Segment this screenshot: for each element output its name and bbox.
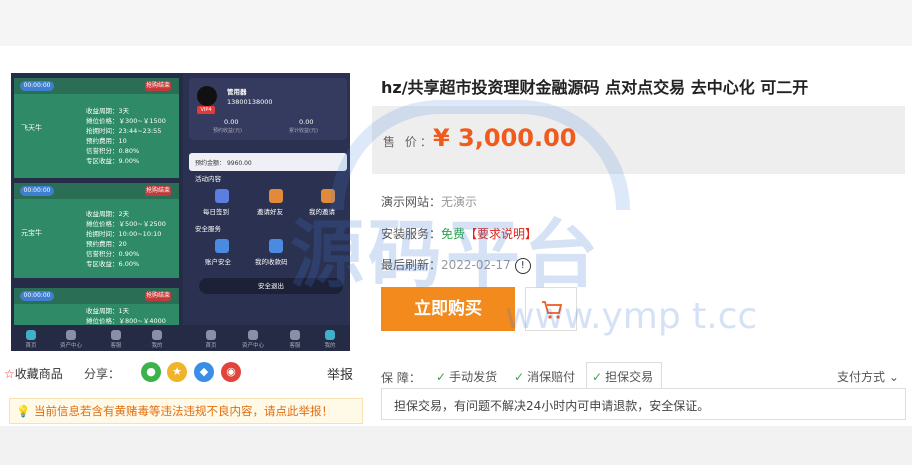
timer-pill: 00:00:00 <box>20 291 54 301</box>
goods-row: 专区收益：6.00% <box>86 260 140 268</box>
tab-item: 首页 <box>191 330 231 349</box>
tab-item: 客服 <box>96 330 136 349</box>
stat-label: 累计收益(元) <box>289 128 318 134</box>
user-header: VIP4 管用器 13800138000 0.00 预约收益(元) 0.00 累… <box>189 78 347 140</box>
status-tag: 抢购结束 <box>145 81 171 91</box>
tab-item: 资产中心 <box>51 330 91 349</box>
goods-row: 信誉积分：0.90% <box>86 250 140 258</box>
balance-value: 9960.00 <box>226 160 252 167</box>
weibo-icon[interactable]: ◉ <box>221 362 241 382</box>
status-tag: 抢购结束 <box>145 291 171 301</box>
guarantee-manual-delivery[interactable]: ✓ 手动发货 <box>436 368 497 385</box>
tab-bar: 首页 资产中心 客服 我的 首页 资产中心 客服 我的 <box>11 325 350 351</box>
watermark-text: 源码平台 <box>290 212 602 298</box>
tab-item: 资产中心 <box>233 330 273 349</box>
status-tag: 抢购结束 <box>145 186 171 196</box>
stat-label: 预约收益(元) <box>213 128 242 134</box>
check-icon: ✓ <box>436 370 447 384</box>
goods-row: 抢拥时间：10:00~10:10 <box>86 230 162 238</box>
report-link[interactable]: 举报 <box>327 364 353 383</box>
goods-card: 00:00:00 抢购结束 飞天牛 收益周期：3天 摊位价格：￥300~￥1500… <box>14 78 179 178</box>
favorite-button[interactable]: ☆收藏商品 <box>4 365 63 382</box>
user-phone: 13800138000 <box>227 98 273 106</box>
safety-item: 账户安全 <box>205 258 231 266</box>
goods-row: 抢拥时间：23:44~23:55 <box>86 127 162 135</box>
goods-row: 摊位价格：￥500~￥2500 <box>86 220 166 228</box>
timer-pill: 00:00:00 <box>20 81 54 91</box>
product-title: hz/共享超市投资理财金融源码 点对点交易 去中心化 可二开 <box>381 78 809 97</box>
activity-item: 每日签到 <box>203 208 229 216</box>
payment-method-dropdown[interactable]: 支付方式 ⌄ <box>837 368 899 385</box>
tab-item: 首页 <box>11 330 51 349</box>
user-name: 管用器 <box>227 88 247 96</box>
goods-row: 预约费用：20 <box>86 240 127 248</box>
stat-value: 0.00 <box>224 118 239 126</box>
safety-item: 我的收款码 <box>255 258 288 266</box>
share-label: 分享： <box>84 367 121 381</box>
watermark-url: www.ymp t.cc <box>505 296 758 337</box>
tab-item: 我的 <box>310 330 350 349</box>
invite-icon <box>269 189 283 203</box>
activity-item: 邀请好友 <box>257 208 283 216</box>
bottom-band <box>0 426 912 465</box>
guarantee-compensation[interactable]: ✓ 消保赔付 <box>514 368 575 385</box>
balance-label: 预约金额： <box>195 160 226 167</box>
image-left-panel: 00:00:00 抢购结束 飞天牛 收益周期：3天 摊位价格：￥300~￥1500… <box>11 73 183 351</box>
avatar <box>197 86 217 106</box>
goods-row: 摊位价格：￥300~￥1500 <box>86 117 166 125</box>
report-notice[interactable]: 💡 当前信息若含有黄赌毒等违法违规不良内容，请点此举报！ <box>9 398 363 424</box>
check-icon: ✓ <box>514 370 525 384</box>
star-icon: ☆ <box>4 367 15 381</box>
check-icon: ✓ <box>592 370 603 384</box>
card-icon <box>269 239 283 253</box>
goods-row: 收益周期：1天 <box>86 307 130 315</box>
goods-row: 信誉积分：0.80% <box>86 147 140 155</box>
goods-row: 收益周期：3天 <box>86 107 130 115</box>
favorite-label: 收藏商品 <box>14 367 63 381</box>
stat-value: 0.00 <box>299 118 314 126</box>
goods-row: 收益周期：2天 <box>86 210 130 218</box>
chevron-down-icon: ⌄ <box>888 370 899 384</box>
tab-item: 客服 <box>275 330 315 349</box>
balance-row: 预约金额： 9960.00 <box>189 153 347 171</box>
goods-name: 飞天牛 <box>21 124 42 132</box>
activity-title: 活动内容 <box>195 175 221 183</box>
goods-name: 元宝牛 <box>21 229 42 237</box>
wechat-icon[interactable]: ● <box>141 362 161 382</box>
timer-pill: 00:00:00 <box>20 186 54 196</box>
goods-row: 预约费用：10 <box>86 137 127 145</box>
notice-text: 当前信息若含有黄赌毒等违法违规不良内容，请点此举报！ <box>33 404 333 418</box>
qq-icon[interactable]: ◆ <box>194 362 214 382</box>
calendar-icon <box>215 189 229 203</box>
safety-title: 安全服务 <box>195 225 221 233</box>
top-band <box>0 0 912 46</box>
goods-card: 00:00:00 抢购结束 收益周期：1天 摊位价格：￥800~￥4000 <box>14 288 179 328</box>
tab-item: 我的 <box>137 330 177 349</box>
qzone-icon[interactable]: ★ <box>167 362 187 382</box>
guarantee-label: 保 障： <box>381 371 421 385</box>
shield-icon <box>215 239 229 253</box>
payment-label: 支付方式 <box>837 370 886 384</box>
goods-card: 00:00:00 抢购结束 元宝牛 收益周期：2天 摊位价格：￥500~￥2500… <box>14 183 179 278</box>
vip-badge: VIP4 <box>197 106 215 114</box>
bulb-icon: 💡 <box>16 404 31 418</box>
goods-row: 专区收益：9.00% <box>86 157 140 165</box>
guarantee-escrow[interactable]: ✓ 担保交易 <box>592 368 653 385</box>
guarantee-description: 担保交易，有问题不解决24小时内可申请退款，安全保证。 <box>381 388 906 420</box>
